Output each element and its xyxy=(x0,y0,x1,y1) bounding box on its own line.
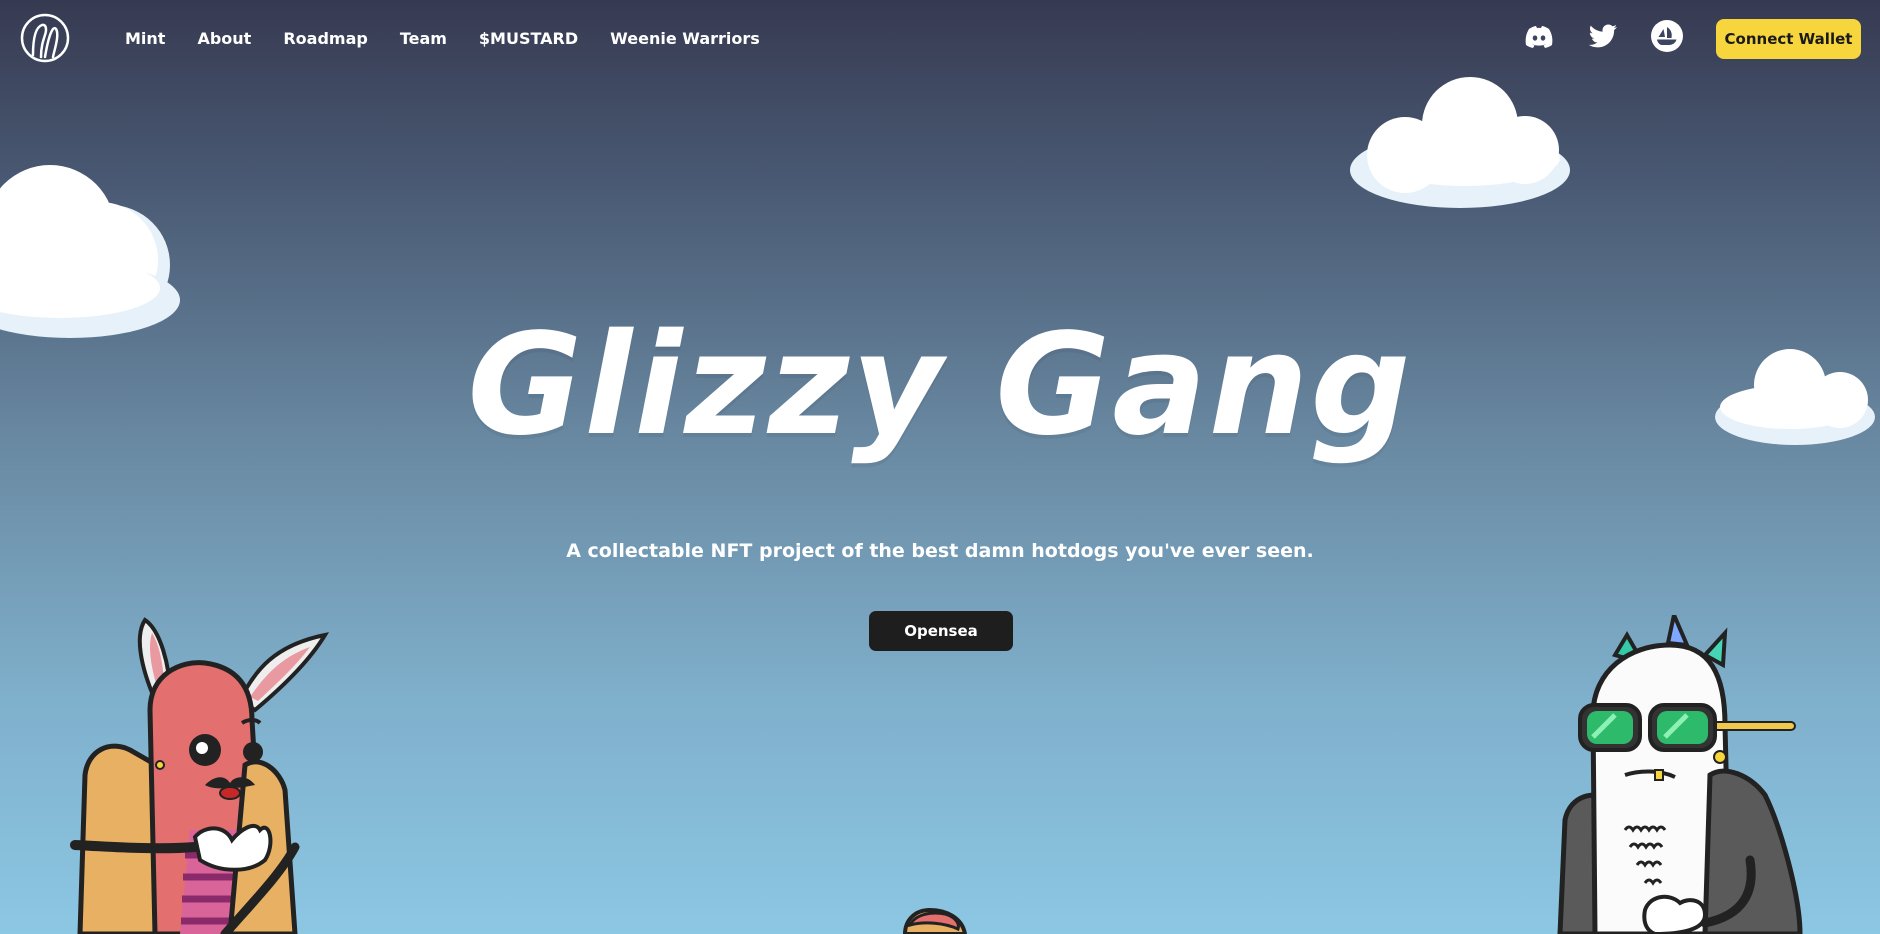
nav-link-about[interactable]: About xyxy=(197,29,251,48)
nav-link-mint[interactable]: Mint xyxy=(125,29,165,48)
hero-title: Glizzy Gang xyxy=(467,304,1413,467)
top-navigation: Mint About Roadmap Team $MUSTARD Weenie … xyxy=(0,0,1880,78)
nav-link-roadmap[interactable]: Roadmap xyxy=(283,29,367,48)
connect-wallet-button[interactable]: Connect Wallet xyxy=(1716,19,1861,59)
opensea-button[interactable]: Opensea xyxy=(869,611,1013,651)
nav-link-mustard[interactable]: $MUSTARD xyxy=(479,29,578,48)
nav-links: Mint About Roadmap Team $MUSTARD Weenie … xyxy=(125,29,792,48)
nav-link-team[interactable]: Team xyxy=(400,29,447,48)
social-links xyxy=(1523,20,1683,52)
discord-icon[interactable] xyxy=(1523,20,1555,52)
hotdog-character-bunny xyxy=(70,617,330,934)
twitter-icon[interactable] xyxy=(1587,20,1619,52)
hotdog-peeking xyxy=(902,907,968,934)
hotdog-character-sunglasses xyxy=(1557,615,1803,934)
opensea-icon[interactable] xyxy=(1651,20,1683,52)
hero-tagline: A collectable NFT project of the best da… xyxy=(566,540,1314,562)
logo-icon[interactable] xyxy=(20,13,70,63)
nav-link-weenie-warriors[interactable]: Weenie Warriors xyxy=(610,29,760,48)
cloud-top-right xyxy=(1350,77,1570,208)
